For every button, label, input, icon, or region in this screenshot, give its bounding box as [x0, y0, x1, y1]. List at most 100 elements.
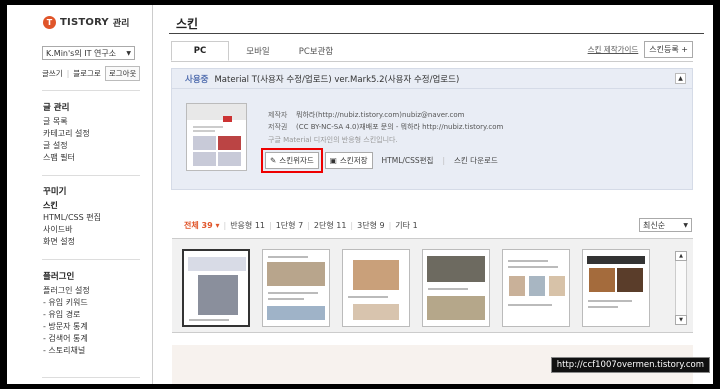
author-label: 제작자: [268, 111, 288, 119]
skin-info: 제작자 뭐하라(http://nubiz.tistory.com)nubiz@n…: [268, 109, 503, 146]
skin-thumbnail[interactable]: [182, 249, 250, 327]
filter-responsive[interactable]: 반응형 11: [230, 220, 265, 231]
brand-name: TISTORY: [60, 17, 109, 28]
page-title: 스킨: [176, 17, 199, 31]
skin-name: Material T(사용자 수정/업로드) ver.Mark5.2(사용자 수…: [214, 74, 460, 85]
brand-sub: 관리: [112, 19, 130, 29]
divider: |: [388, 221, 392, 230]
sidebar-group-title: 글 관리: [43, 103, 70, 113]
sidebar-item-sidebar[interactable]: 사이드바: [43, 224, 101, 236]
filter-label: 1단형: [275, 221, 296, 230]
divider: |: [269, 221, 272, 230]
watermark-url: http://ccf1007overmen.tistory.com: [550, 357, 710, 373]
sidebar-group-plugins: 플러그인 플러그인 설정 - 유입 키워드 - 유입 경로 - 방문자 통계 -…: [43, 270, 90, 357]
filter-label: 기타: [395, 221, 411, 230]
logout-button[interactable]: 로그아웃: [104, 66, 141, 81]
skin-thumbnail[interactable]: [502, 249, 570, 327]
sidebar-item-visitor-stats[interactable]: - 방문자 통계: [43, 321, 90, 333]
sidebar-item-skin[interactable]: 스킨: [43, 200, 101, 212]
save-icon: ▣: [329, 156, 337, 165]
filter-label: 3단형: [357, 221, 377, 230]
tab-pc-storage[interactable]: PC보관함: [287, 41, 345, 61]
chevron-down-icon[interactable]: ▼: [675, 315, 687, 325]
filter-label: 전체: [184, 221, 199, 230]
sidebar: T TISTORY 관리 K.Min's의 IT 연구소 ▼ 글쓰기 | 블로그…: [7, 5, 153, 384]
sidebar-item-html-css[interactable]: HTML/CSS 편집: [43, 212, 101, 224]
chevron-up-icon: ▲: [678, 75, 683, 82]
blog-select[interactable]: K.Min's의 IT 연구소 ▼: [42, 46, 135, 60]
skin-preview-thumbnail: [186, 103, 247, 171]
divider: [42, 90, 140, 91]
current-skin-panel: 사용중 Material T(사용자 수정/업로드) ver.Mark5.2(사…: [171, 68, 693, 190]
filter-label: 2단형: [313, 221, 334, 230]
sidebar-item-category[interactable]: 카테고리 설정: [43, 128, 90, 140]
gallery-scrollbar[interactable]: ▲ ▼: [675, 251, 687, 327]
skin-guide-link[interactable]: 스킨 제작가이드: [588, 44, 639, 55]
filter-all[interactable]: 전체 39 ▾: [184, 220, 219, 231]
license-value: (CC BY-NC-SA 4.0)재배포 문의 - 뭐하라 http://nub…: [296, 123, 504, 131]
sort-select[interactable]: 최신순 ▼: [639, 218, 692, 232]
sidebar-group-design: 꾸미기 스킨 HTML/CSS 편집 사이드바 화면 설정: [43, 185, 101, 248]
tab-bar: PC 모바일 PC보관함: [171, 41, 345, 61]
html-css-edit-link[interactable]: HTML/CSS편집: [379, 155, 437, 166]
sidebar-item-plugin-settings[interactable]: 플러그인 설정: [43, 285, 90, 297]
chevron-down-icon: ▼: [126, 49, 131, 57]
divider: [42, 377, 140, 378]
sidebar-item-search-stats[interactable]: - 검색어 통계: [43, 333, 90, 345]
divider: |: [350, 221, 354, 230]
filter-2col[interactable]: 2단형 11: [314, 220, 347, 231]
chevron-up-icon[interactable]: ▲: [675, 251, 687, 261]
skin-actions: ✎ 스킨위자드 ▣ 스킨저장 HTML/CSS편집 | 스킨 다운로드: [261, 148, 501, 173]
quick-links: 글쓰기 | 블로그로 로그아웃: [42, 66, 141, 81]
tab-pc[interactable]: PC: [171, 41, 229, 61]
skin-gallery: ▲ ▼: [172, 238, 693, 333]
plus-icon: +: [681, 45, 688, 54]
divider: [42, 259, 140, 260]
skin-filter-bar: 전체 39 ▾ | 반응형 11 | 1단형 7 | 2단형 11 | 3단형 …: [184, 220, 418, 231]
skin-save-label: 스킨저장: [339, 156, 368, 165]
filter-count: 39: [201, 221, 213, 230]
skin-thumbnail[interactable]: [422, 249, 490, 327]
skin-save-button[interactable]: ▣ 스킨저장: [324, 152, 373, 169]
divider: [169, 33, 704, 34]
sidebar-item-story-channel[interactable]: - 스토리채널: [43, 345, 90, 357]
collapse-button[interactable]: ▲: [675, 73, 686, 84]
filter-count: 11: [254, 221, 266, 230]
register-skin-label: 스킨등록: [649, 45, 679, 54]
register-skin-button[interactable]: 스킨등록 +: [644, 41, 693, 58]
sidebar-item-spam-filter[interactable]: 스팸 필터: [43, 152, 90, 164]
sidebar-item-post-list[interactable]: 글 목록: [43, 116, 90, 128]
go-to-blog-link[interactable]: 블로그로: [73, 68, 101, 79]
sidebar-item-screen-settings[interactable]: 화면 설정: [43, 236, 101, 248]
main-content: 스킨 PC 모바일 PC보관함 스킨 제작가이드 스킨등록 + 사용중 Mate…: [154, 5, 713, 384]
sort-value: 최신순: [643, 220, 666, 230]
skin-description: 구글 Material 디자인의 반응형 스킨입니다.: [268, 136, 398, 144]
skin-download-link[interactable]: 스킨 다운로드: [451, 155, 501, 166]
status-badge: 사용중: [185, 74, 209, 85]
sidebar-item-inflow-path[interactable]: - 유입 경로: [43, 309, 90, 321]
author-row: 제작자 뭐하라(http://nubiz.tistory.com)nubiz@n…: [268, 109, 503, 121]
filter-label: 반응형: [230, 221, 253, 230]
write-post-link[interactable]: 글쓰기: [42, 68, 63, 79]
current-skin-header: 사용중 Material T(사용자 수정/업로드) ver.Mark5.2(사…: [172, 69, 692, 89]
chevron-down-icon: ▼: [683, 221, 688, 229]
skin-wizard-button[interactable]: ✎ 스킨위자드: [261, 148, 323, 173]
logo[interactable]: T TISTORY 관리: [43, 16, 129, 29]
skin-thumbnail[interactable]: [262, 249, 330, 327]
tab-mobile[interactable]: 모바일: [229, 41, 287, 61]
sidebar-item-inflow-keywords[interactable]: - 유입 키워드: [43, 297, 90, 309]
license-row: 저작권 (CC BY-NC-SA 4.0)재배포 문의 - 뭐하라 http:/…: [268, 121, 503, 133]
blog-select-value: K.Min's의 IT 연구소: [46, 48, 117, 58]
skin-thumbnail[interactable]: [342, 249, 410, 327]
filter-other[interactable]: 기타 1: [395, 220, 417, 231]
skin-thumbnail[interactable]: [582, 249, 650, 327]
divider: |: [442, 156, 445, 165]
filter-3col[interactable]: 3단형 9: [357, 220, 384, 231]
sidebar-item-post-settings[interactable]: 글 설정: [43, 140, 90, 152]
sidebar-group-posts: 글 관리 글 목록 카테고리 설정 글 설정 스팸 필터: [43, 101, 90, 164]
pencil-icon: ✎: [270, 156, 277, 165]
filter-1col[interactable]: 1단형 7: [276, 220, 303, 231]
divider: |: [66, 69, 70, 78]
filter-count: 1: [412, 221, 418, 230]
author-value: 뭐하라(http://nubiz.tistory.com)nubiz@naver…: [296, 111, 465, 119]
